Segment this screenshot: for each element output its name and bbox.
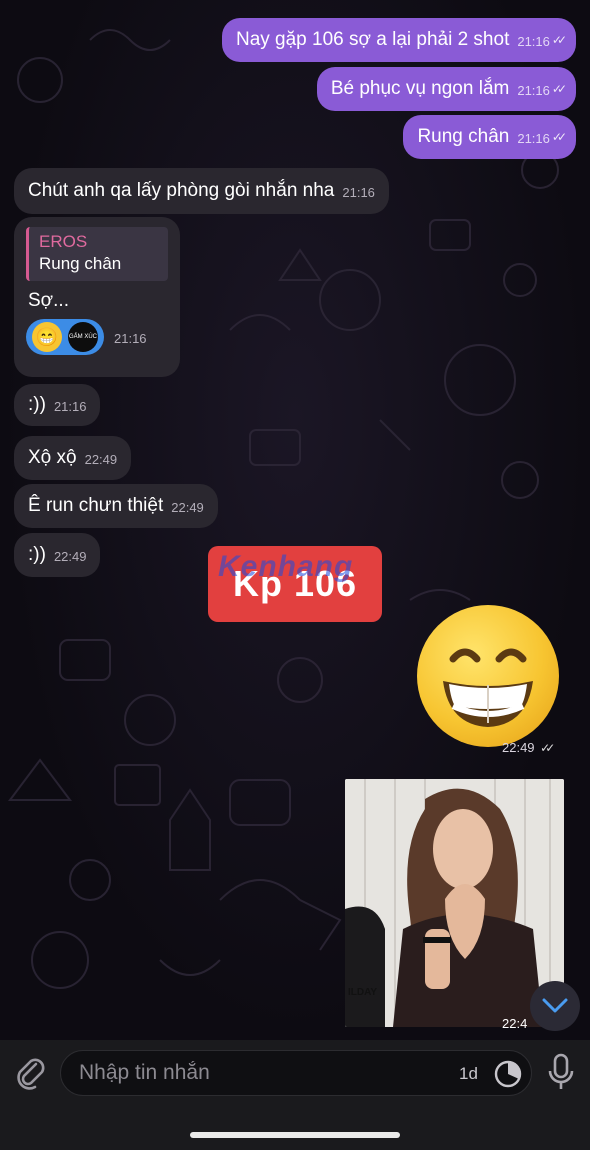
- self-destruct-timer-label[interactable]: 1d: [459, 1064, 478, 1084]
- outgoing-message[interactable]: Nay gặp 106 sợ a lại phải 2 shot 21:16 ✓…: [221, 18, 576, 62]
- double-check-icon: ✓✓: [540, 741, 555, 755]
- grin-emoji-reaction[interactable]: 😁: [32, 322, 62, 352]
- time-text: 22:49: [502, 740, 535, 755]
- message-text: :)): [28, 394, 46, 415]
- grin-emoji-message[interactable]: [417, 605, 559, 747]
- message-time: 21:16: [517, 131, 550, 146]
- double-check-icon: ✓✓: [551, 82, 567, 96]
- message-time: 21:16: [53, 399, 87, 414]
- message-text: Nay gặp 106 sợ a lại phải 2 shot: [235, 29, 510, 50]
- message-time: 21:16: [342, 185, 375, 200]
- incoming-message[interactable]: :)) 22:49: [14, 533, 101, 577]
- photo-message[interactable]: ILDAY: [345, 779, 564, 1027]
- message-text: Xộ xộ: [28, 447, 77, 468]
- outgoing-message[interactable]: Bé phục vụ ngon lắm 21:16 ✓✓: [316, 67, 576, 111]
- reaction-bar[interactable]: 😁 GẤM XÚC: [26, 319, 104, 355]
- message-text: Chút anh qa lấy phòng gòi nhắn nha: [28, 180, 335, 201]
- message-input-field[interactable]: 1d: [60, 1050, 532, 1096]
- message-input[interactable]: [77, 1060, 441, 1086]
- outgoing-message[interactable]: Rung chân 21:16 ✓✓: [403, 115, 576, 159]
- reply-quote[interactable]: EROS Rung chân: [26, 227, 168, 281]
- reactor-avatar[interactable]: GẤM XÚC: [68, 322, 98, 352]
- message-text: Ê run chưn thiệt: [28, 495, 164, 516]
- timer-icon[interactable]: [493, 1059, 523, 1089]
- paperclip-icon[interactable]: [14, 1055, 48, 1091]
- chevron-down-icon: [542, 998, 568, 1013]
- photo-thumbnail: [345, 779, 564, 1027]
- message-text: Bé phục vụ ngon lắm: [330, 78, 510, 99]
- message-time: 22:49: [84, 452, 118, 467]
- sticker-label[interactable]: Kenhang Kp 106: [208, 546, 382, 622]
- microphone-icon[interactable]: [546, 1052, 576, 1092]
- message-text: :)): [28, 544, 46, 565]
- incoming-message[interactable]: Ê run chưn thiệt 22:49: [14, 484, 218, 528]
- incoming-message[interactable]: :)) 21:16: [14, 384, 101, 426]
- message-time: 21:16: [517, 83, 550, 98]
- message-time: 22:49 ✓✓: [502, 740, 555, 755]
- scroll-to-bottom-button[interactable]: [530, 981, 580, 1031]
- message-time: 22:4: [502, 1016, 528, 1031]
- reply-author: EROS: [39, 232, 88, 251]
- home-indicator: [190, 1132, 400, 1138]
- message-text: Sợ...: [28, 290, 69, 311]
- double-check-icon: ✓✓: [551, 130, 567, 144]
- reply-text: Rung chân: [39, 254, 122, 273]
- message-time: 22:49: [171, 500, 204, 515]
- message-time: 21:16: [114, 331, 147, 346]
- message-time: 22:49: [53, 549, 87, 564]
- double-check-icon: ✓✓: [551, 33, 567, 47]
- grin-face-icon: [443, 648, 533, 727]
- photo-caption-label: ILDAY: [348, 987, 378, 998]
- incoming-message[interactable]: Chút anh qa lấy phòng gòi nhắn nha 21:16: [14, 168, 389, 214]
- message-list[interactable]: Nay gặp 106 sợ a lại phải 2 shot 21:16 ✓…: [0, 0, 590, 1040]
- incoming-reply-message[interactable]: EROS Rung chân Sợ... 😁 GẤM XÚC 21:16: [14, 217, 180, 377]
- incoming-message[interactable]: Xộ xộ 22:49: [14, 436, 132, 480]
- message-time: 21:16: [517, 34, 550, 49]
- watermark: Kenhang: [218, 550, 354, 583]
- message-text: Rung chân: [417, 126, 510, 147]
